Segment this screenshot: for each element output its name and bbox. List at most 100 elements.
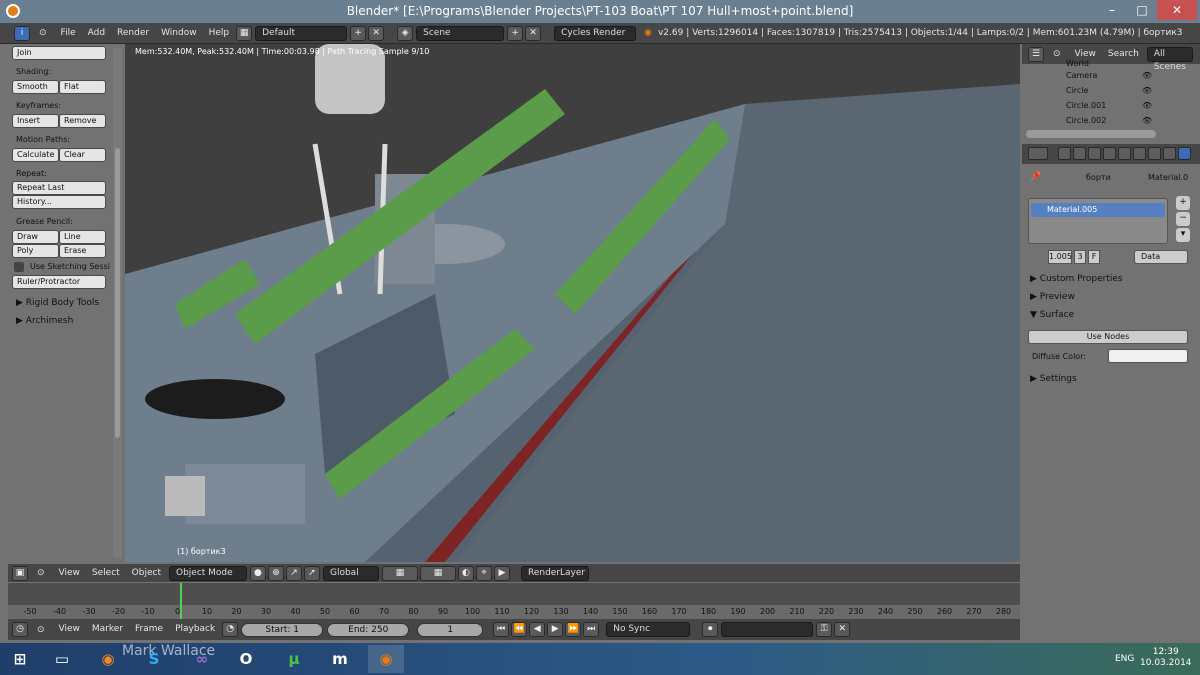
- history-button[interactable]: History...: [12, 195, 106, 209]
- preview-range-icon[interactable]: ◔: [222, 622, 239, 637]
- material-tab-icon[interactable]: [1178, 147, 1191, 160]
- playhead[interactable]: [180, 583, 182, 619]
- erase-button[interactable]: Erase: [59, 244, 106, 258]
- menu-frame[interactable]: Frame: [129, 619, 169, 640]
- add-slot-button[interactable]: +: [1176, 196, 1190, 210]
- flat-button[interactable]: Flat: [59, 80, 106, 94]
- sketching-checkbox[interactable]: [14, 262, 24, 272]
- manipulator-icon[interactable]: ↗: [285, 565, 302, 581]
- layers-icon[interactable]: ▦: [381, 565, 418, 581]
- add-scene-button[interactable]: +: [507, 25, 524, 41]
- eye-icon[interactable]: 👁: [1142, 71, 1152, 80]
- mode-dropdown[interactable]: Object Mode: [168, 565, 247, 581]
- eye-icon[interactable]: 👁: [1142, 101, 1152, 110]
- utorrent-icon[interactable]: µ: [276, 645, 312, 673]
- layout-dropdown[interactable]: Default: [255, 25, 348, 41]
- slot-menu-button[interactable]: ▾: [1176, 228, 1190, 242]
- outliner-row[interactable]: Circle.001 👁: [1022, 99, 1200, 114]
- prev-key-icon[interactable]: ⏪: [511, 622, 528, 637]
- 3d-viewport[interactable]: Mem:532.40M, Peak:532.40M | Time:00:03.9…: [125, 44, 1020, 562]
- shading-icon[interactable]: ●: [249, 565, 266, 581]
- draw-button[interactable]: Draw: [12, 230, 59, 244]
- add-layout-button[interactable]: +: [350, 25, 367, 41]
- outliner-row[interactable]: Circle.002 👁: [1022, 114, 1200, 129]
- layers-tab-icon[interactable]: [1073, 147, 1086, 160]
- insert-button[interactable]: Insert: [12, 114, 59, 128]
- play-icon[interactable]: ▶: [547, 622, 564, 637]
- menu-window[interactable]: Window: [155, 23, 203, 44]
- start-frame-field[interactable]: Start: 1: [241, 622, 324, 637]
- user-count[interactable]: 3: [1074, 250, 1086, 264]
- modifiers-tab-icon[interactable]: [1148, 147, 1161, 160]
- render-engine-dropdown[interactable]: Cycles Render: [554, 25, 637, 41]
- layers2-icon[interactable]: ▦: [419, 565, 456, 581]
- use-nodes-button[interactable]: Use Nodes: [1028, 330, 1188, 344]
- material-slot-list[interactable]: Material.005: [1028, 198, 1168, 244]
- keying-set-field[interactable]: [721, 622, 814, 637]
- maxthon-icon[interactable]: m: [322, 645, 358, 673]
- timeline-editor-icon[interactable]: ◷: [12, 622, 28, 637]
- firefox-icon[interactable]: ◉: [90, 645, 126, 673]
- maximize-button[interactable]: □: [1127, 0, 1157, 20]
- visual-studio-icon[interactable]: ∞: [184, 645, 220, 673]
- ruler-button[interactable]: Ruler/Protractor: [12, 275, 106, 289]
- lock-icon[interactable]: ◐: [457, 565, 474, 581]
- rigid-body-panel[interactable]: ▶ Rigid Body Tools: [16, 298, 99, 308]
- jump-end-icon[interactable]: ⏭: [583, 622, 600, 637]
- eye-icon[interactable]: 👁: [1142, 86, 1152, 95]
- object-tab-icon[interactable]: [1118, 147, 1131, 160]
- menu-playback[interactable]: Playback: [169, 619, 221, 640]
- next-key-icon[interactable]: ⏩: [565, 622, 582, 637]
- editor-type-icon[interactable]: ▣: [12, 565, 28, 581]
- repeat-last-button[interactable]: Repeat Last: [12, 181, 106, 195]
- menu-view[interactable]: View: [53, 563, 86, 584]
- scene-dropdown[interactable]: Scene: [416, 25, 505, 41]
- close-button[interactable]: ✕: [1157, 0, 1197, 20]
- archimesh-panel[interactable]: ▶ Archimesh: [16, 316, 73, 326]
- users-field[interactable]: 1.005: [1048, 250, 1072, 264]
- record-icon[interactable]: ⏺: [702, 622, 719, 637]
- properties-editor-icon[interactable]: [1028, 147, 1048, 160]
- render-layer-field[interactable]: RenderLayer: [520, 565, 589, 581]
- pivot-icon[interactable]: ⊕: [267, 565, 284, 581]
- remove-slot-button[interactable]: −: [1176, 212, 1190, 226]
- skype-icon[interactable]: S: [136, 645, 172, 673]
- fake-user-button[interactable]: F: [1088, 250, 1100, 264]
- play-reverse-icon[interactable]: ◀: [529, 622, 546, 637]
- menu-add[interactable]: Add: [82, 23, 111, 44]
- join-button[interactable]: Join: [12, 46, 106, 60]
- frame-ruler[interactable]: -50 -40 -30 -20 -10 0 10 20 30 40 50 60 70 80 90 100 110…: [8, 605, 1020, 619]
- opera-icon[interactable]: O: [228, 645, 264, 673]
- collapse-icon[interactable]: ⊙: [29, 568, 53, 578]
- outliner-row[interactable]: Camera 👁: [1022, 69, 1200, 84]
- remove-layout-button[interactable]: ✕: [368, 25, 385, 41]
- info-editor-icon[interactable]: i: [14, 25, 30, 41]
- clock[interactable]: 12:39 10.03.2014: [1140, 647, 1192, 669]
- menu-marker[interactable]: Marker: [86, 619, 129, 640]
- outliner-row[interactable]: Circle 👁: [1022, 84, 1200, 99]
- outliner-scrollbar[interactable]: [1026, 130, 1156, 138]
- menu-object[interactable]: Object: [126, 563, 167, 584]
- timeline[interactable]: -50 -40 -30 -20 -10 0 10 20 30 40 50 60 70 80 90 100 110…: [8, 583, 1020, 619]
- menu-render[interactable]: Render: [111, 23, 155, 44]
- clear-button[interactable]: Clear: [59, 148, 106, 162]
- explorer-icon[interactable]: ▭: [44, 645, 80, 673]
- constraints-tab-icon[interactable]: [1133, 147, 1146, 160]
- start-icon[interactable]: ⊞: [2, 645, 38, 673]
- eye-icon[interactable]: 👁: [1142, 116, 1152, 125]
- smooth-button[interactable]: Smooth: [12, 80, 59, 94]
- snap-icon[interactable]: ⌖: [475, 565, 492, 581]
- menu-view[interactable]: View: [53, 619, 86, 640]
- minimize-button[interactable]: –: [1097, 0, 1127, 20]
- blender-taskbar-icon[interactable]: ◉: [368, 645, 404, 673]
- jump-start-icon[interactable]: ⏮: [493, 622, 510, 637]
- keyframe-insert-icon[interactable]: ⚿: [816, 622, 833, 637]
- data-tab-icon[interactable]: [1163, 147, 1176, 160]
- remove-scene-button[interactable]: ✕: [525, 25, 542, 41]
- orientation-dropdown[interactable]: Global: [322, 565, 379, 581]
- link-dropdown[interactable]: Data: [1134, 250, 1188, 264]
- menu-file[interactable]: File: [55, 23, 82, 44]
- menu-select[interactable]: Select: [86, 563, 126, 584]
- translate-icon[interactable]: ➚: [303, 565, 320, 581]
- surface-panel[interactable]: ▼ Surface: [1030, 310, 1074, 320]
